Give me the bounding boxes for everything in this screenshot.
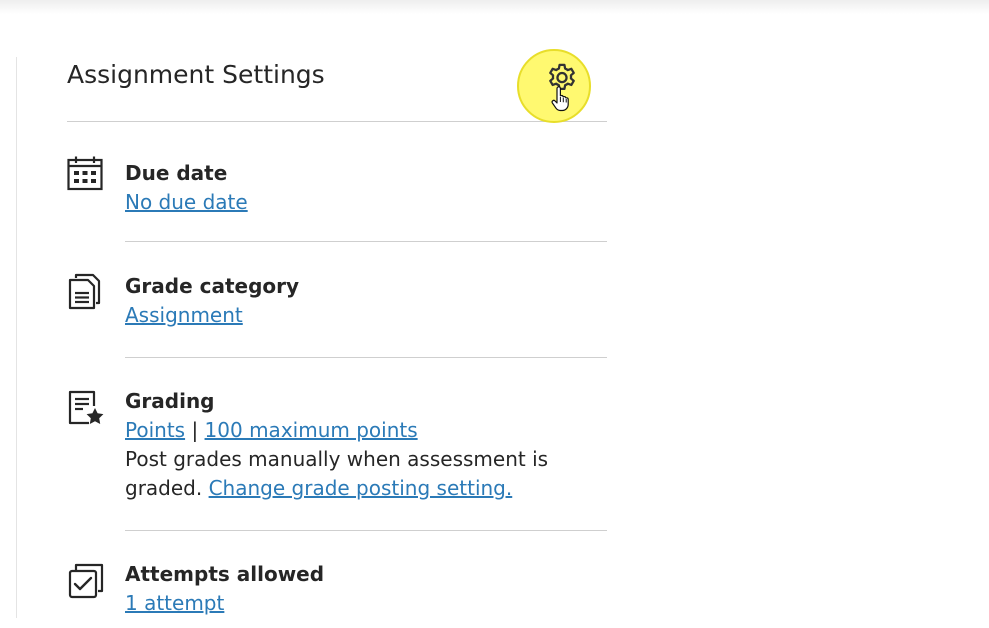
attempts-allowed-link[interactable]: 1 attempt (125, 591, 224, 615)
grading-star-icon (68, 390, 104, 425)
setting-attempts-allowed: Attempts allowed 1 attempt (67, 531, 607, 628)
grade-posting-note-line2: graded. (125, 476, 203, 500)
grade-category-link[interactable]: Assignment (125, 303, 243, 327)
panel-header: Assignment Settings (67, 40, 607, 123)
setting-due-date: Due date No due date (67, 122, 607, 241)
grade-posting-note-line1: Post grades manually when assessment is (125, 447, 549, 471)
due-date-label: Due date (125, 161, 228, 185)
top-shadow (0, 0, 989, 14)
grading-separator: | (191, 418, 199, 442)
document-icon (68, 273, 101, 310)
assignment-settings-panel: Assignment Settings Due date No due date… (67, 40, 607, 628)
panel-title: Assignment Settings (67, 60, 325, 89)
change-grade-posting-link[interactable]: Change grade posting setting. (209, 476, 513, 500)
attempts-allowed-label: Attempts allowed (125, 562, 325, 586)
grade-category-label: Grade category (125, 274, 300, 298)
setting-grade-category: Grade category Assignment (67, 242, 607, 357)
left-rule (16, 57, 17, 618)
hand-pointer-cursor-icon (551, 86, 569, 112)
calendar-icon (67, 156, 103, 191)
grading-label: Grading (125, 389, 215, 413)
due-date-link[interactable]: No due date (125, 190, 248, 214)
maximum-points-link[interactable]: 100 maximum points (205, 418, 418, 442)
setting-grading: Grading Points | 100 maximum points Post… (67, 358, 607, 530)
grading-type-link[interactable]: Points (125, 418, 185, 442)
checkbox-stack-icon (68, 563, 104, 599)
